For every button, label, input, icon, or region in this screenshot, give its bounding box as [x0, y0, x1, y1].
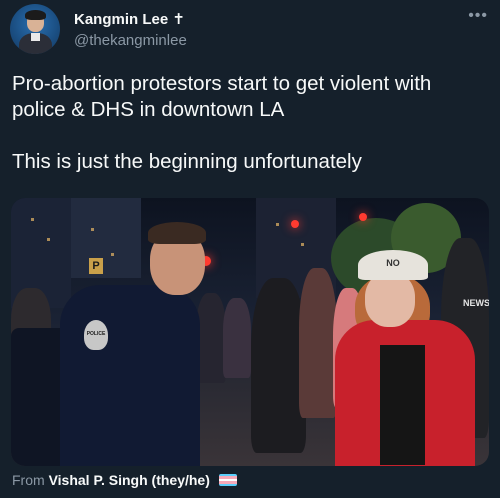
more-horizontal-icon[interactable]: •••: [468, 7, 488, 25]
police-officer: [60, 285, 200, 466]
credit-prefix: From: [12, 472, 45, 488]
credit-source[interactable]: Vishal P. Singh (they/he): [49, 472, 210, 488]
avatar-hair: [25, 10, 46, 20]
author-handle[interactable]: @thekangminlee: [74, 32, 187, 49]
avatar-collar: [31, 33, 40, 41]
media-credit: From Vishal P. Singh (they/he): [12, 472, 237, 488]
tweet-text: Pro-abortion protestors start to get vio…: [12, 71, 488, 175]
author-name-row[interactable]: Kangmin Lee ✝: [74, 10, 185, 28]
police-badge: POLICE: [84, 320, 108, 350]
tweet-card: Kangmin Lee ✝ @thekangminlee ••• Pro-abo…: [0, 0, 500, 498]
cross-icon: ✝: [172, 11, 185, 28]
woman-cap: NO: [358, 250, 428, 280]
cap-text: NO: [386, 258, 400, 268]
police-badge-text: POLICE: [86, 331, 106, 337]
tweet-line-2: This is just the beginning unfortunately: [12, 150, 362, 173]
transgender-flag-icon: [218, 474, 237, 486]
tweet-header: Kangmin Lee ✝ @thekangminlee •••: [10, 4, 490, 56]
woman-shirt: [380, 345, 425, 465]
author-name[interactable]: Kangmin Lee: [74, 11, 168, 28]
avatar[interactable]: [10, 4, 60, 54]
officer-hair: [148, 222, 206, 244]
tweet-line-1: Pro-abortion protestors start to get vio…: [12, 72, 432, 121]
foreground-layer: POLICE NO: [11, 198, 489, 466]
flag-stripe: [218, 483, 237, 486]
woman-face: [365, 272, 415, 327]
